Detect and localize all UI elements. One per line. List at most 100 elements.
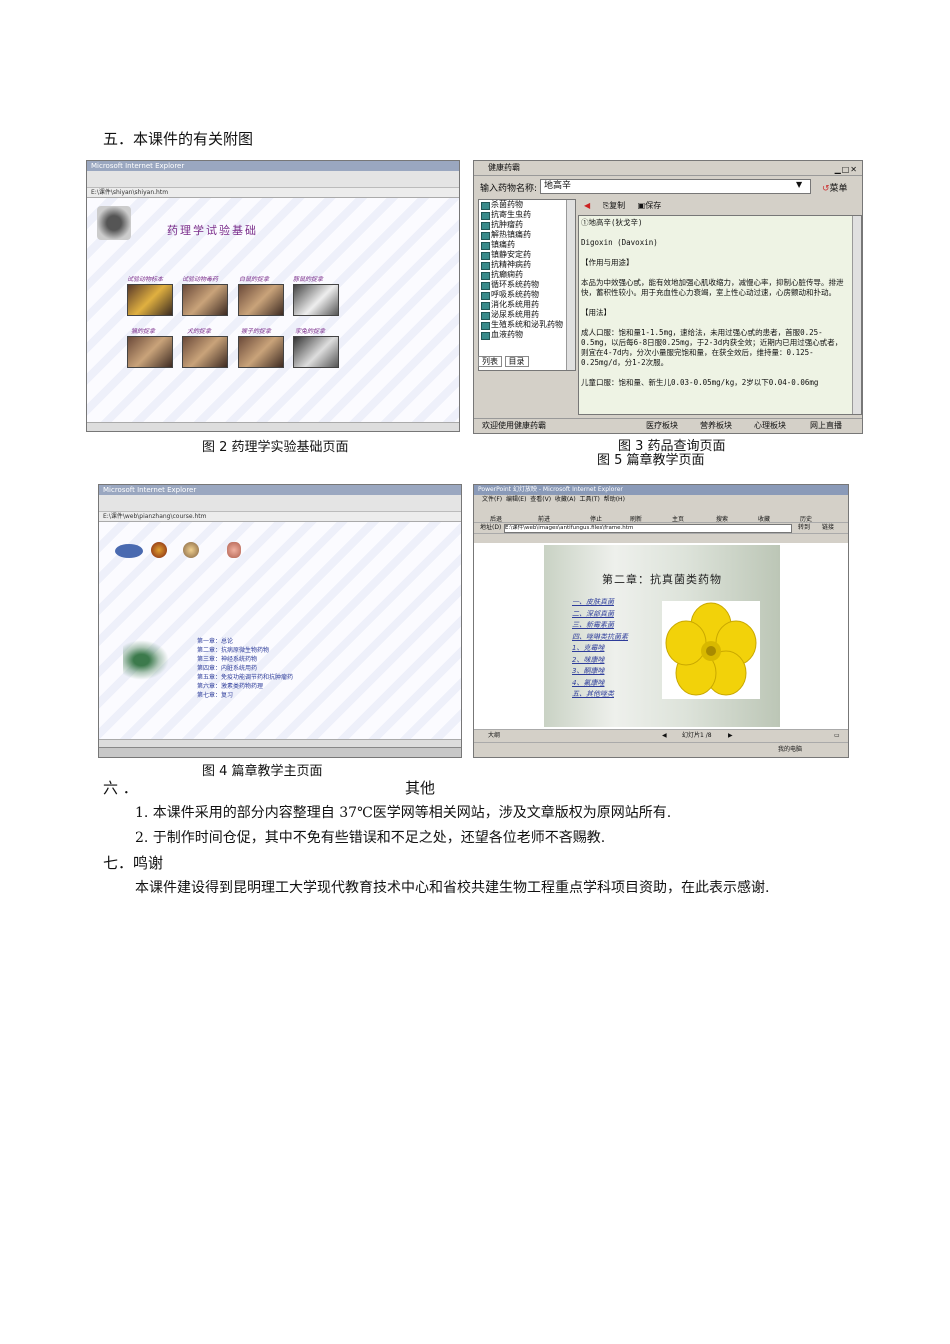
menu-item[interactable]: 编辑(E) (506, 496, 526, 503)
tree-tabs: 列表 目录 (478, 355, 574, 369)
tree-item[interactable]: 抗精神病药 (479, 260, 575, 270)
section-5-heading: 五．本课件的有关附图 (103, 130, 254, 148)
chapter-link[interactable]: 第六章：激素类药物药理 (197, 682, 293, 691)
slide-link[interactable]: 三、新霉素菌 (572, 620, 628, 632)
toolbar-history[interactable]: 历史 (800, 514, 812, 523)
tree-item[interactable]: 消化系统用药 (479, 300, 575, 310)
tab-list[interactable]: 列表 (478, 356, 502, 367)
next-slide-icon[interactable]: ▶ (728, 730, 733, 742)
thumb-label: 试验动物毒药 (182, 276, 219, 283)
thumb-image[interactable] (293, 284, 339, 316)
taskbar (99, 747, 461, 757)
window-titlebar: PowerPoint 幻灯放映 - Microsoft Internet Exp… (474, 485, 848, 495)
slide-link[interactable]: 四、唑啉类抗菌素 (572, 632, 628, 644)
slide-link[interactable]: 一、皮肤真菌 (572, 597, 628, 609)
drug-content: ①地高辛(狄戈辛) Digoxin (Davoxin) 【作用与用途】 本品为中… (578, 215, 862, 415)
copy-button[interactable]: ⎘复制 (603, 201, 625, 210)
tree-scrollbar[interactable] (566, 200, 575, 370)
section-7-paragraph: 本课件建设得到昆明理工大学现代教育技术中心和省校共建生物工程重点学科项目资助，在… (135, 880, 770, 896)
tree-item[interactable]: 呼吸系统药物 (479, 290, 575, 300)
thumb-label: 豚鼠的捉拿 (293, 276, 324, 283)
toolbar-favorites[interactable]: 收藏 (758, 514, 770, 523)
search-input[interactable]: 地高辛 (540, 179, 811, 194)
thumb-image[interactable] (127, 284, 173, 316)
go-button[interactable]: 转到 (798, 523, 810, 533)
tree-item[interactable]: 泌尿系统用药 (479, 310, 575, 320)
tree-item[interactable]: 生殖系统和泌乳药物 (479, 320, 575, 330)
leaf-image (123, 640, 169, 680)
slide-link[interactable]: 二、深部真菌 (572, 609, 628, 621)
tree-item[interactable]: 抗癫痫药 (479, 270, 575, 280)
status-btn-psychology[interactable]: 心理板块 (754, 419, 786, 433)
dropdown-arrow-icon[interactable]: ▼ (796, 180, 802, 189)
browser-toolbar (99, 495, 461, 512)
chapter-link[interactable]: 第四章：内脏系统用药 (197, 664, 293, 673)
thumb-image[interactable] (127, 336, 173, 368)
content-toolbar: ◀ ⎘复制 ▣保存 (578, 199, 858, 213)
tree-item[interactable]: 解热镇痛药 (479, 230, 575, 240)
tree-item[interactable]: 血液药物 (479, 330, 575, 340)
thumb-image[interactable] (238, 284, 284, 316)
toolbar-search[interactable]: 搜索 (716, 514, 728, 523)
toolbar-home[interactable]: 主页 (672, 514, 684, 523)
prev-slide-icon[interactable]: ◀ (662, 730, 667, 742)
status-bar: 欢迎使用健康药霸 医疗板块 营养板块 心理板块 网上直播 (474, 418, 862, 433)
status-btn-live[interactable]: 网上直播 (810, 419, 842, 433)
status-btn-nutrition[interactable]: 营养板块 (700, 419, 732, 433)
thumb-image[interactable] (182, 284, 228, 316)
drug-tree[interactable]: 杀菌药物 抗寄生虫药 抗肿瘤药 解热镇痛药 镇痛药 镇静安定药 抗精神病药 抗癫… (478, 199, 576, 371)
menu-item[interactable]: 工具(T) (580, 496, 600, 503)
window-controls[interactable]: ▁□✕ (835, 163, 858, 177)
menu-button[interactable]: ↺菜单 (822, 181, 848, 194)
thumb-image[interactable] (238, 336, 284, 368)
figure-4-screenshot: Microsoft Internet Explorer E:\课件\web\pi… (98, 484, 462, 758)
icon-image[interactable] (183, 542, 199, 558)
icon-image[interactable] (151, 542, 167, 558)
chapter-link[interactable]: 第五章：免疫功能调节药和抗肿瘤药 (197, 673, 293, 682)
tree-item[interactable]: 镇痛药 (479, 240, 575, 250)
address-input[interactable]: E:\课件\web\images\antifungus.files\frame.… (504, 524, 792, 533)
content-line: 【作用与用途】 (581, 258, 634, 267)
toolbar-refresh[interactable]: 刷新 (630, 514, 642, 523)
chapter-link[interactable]: 第一章：总论 (197, 637, 293, 646)
icon-image[interactable] (227, 542, 241, 558)
slide-link[interactable]: 五、其他唑类 (572, 689, 628, 701)
menu-item[interactable]: 文件(F) (482, 496, 502, 503)
slide-link[interactable]: 3、酮康唑 (572, 666, 628, 678)
zone-label: 我的电脑 (778, 746, 803, 753)
outline-button[interactable]: 大纲 (488, 730, 500, 742)
chapter-link[interactable]: 第二章：抗病原微生物药物 (197, 646, 293, 655)
toolbar-forward[interactable]: 前进 (538, 514, 550, 523)
toolbar-stop[interactable]: 停止 (590, 514, 602, 523)
tree-item[interactable]: 抗寄生虫药 (479, 210, 575, 220)
chapter-link[interactable]: 第三章：神经系统药物 (197, 655, 293, 664)
content-scrollbar[interactable] (852, 216, 861, 414)
tree-item[interactable]: 抗肿瘤药 (479, 220, 575, 230)
toolbar-back[interactable]: 后退 (490, 514, 502, 523)
content-line: 【用法】 (581, 308, 611, 317)
section-6-paragraph-1: 1. 本课件采用的部分内容整理自 37℃医学网等相关网站，涉及文章版权为原网站所… (135, 805, 672, 821)
thumb-image[interactable] (293, 336, 339, 368)
slide-link[interactable]: 1、克霉唑 (572, 643, 628, 655)
slide-link[interactable]: 2、咪康唑 (572, 655, 628, 667)
thumb-label: 白鼠的捉拿 (239, 276, 270, 283)
section-7-heading: 七．鸣谢 (103, 854, 164, 872)
thumb-label: 试验动物标本 (127, 276, 164, 283)
chapter-link[interactable]: 第七章：复习 (197, 691, 293, 700)
figure-4-caption: 图 4 篇章教学主页面 (202, 764, 323, 779)
fullscreen-icon[interactable]: ▭ (834, 730, 840, 742)
save-button[interactable]: ▣保存 (638, 201, 662, 210)
status-btn-medical[interactable]: 医疗板块 (646, 419, 678, 433)
menu-item[interactable]: 收藏(A) (555, 496, 576, 503)
slide-link[interactable]: 4、氟康唑 (572, 678, 628, 690)
content-line: 儿童口服：饱和量、新生儿0.03-0.05mg/kg，2岁以下0.04-0.06… (581, 378, 819, 387)
back-arrow-icon[interactable]: ◀ (584, 201, 590, 210)
tree-item[interactable]: 循环系统药物 (479, 280, 575, 290)
tree-item[interactable]: 镇静安定药 (479, 250, 575, 260)
menu-item[interactable]: 查看(V) (530, 496, 551, 503)
tree-item[interactable]: 杀菌药物 (479, 200, 575, 210)
menu-item[interactable]: 帮助(H) (604, 496, 625, 503)
links-button[interactable]: 链接 (822, 523, 834, 533)
thumb-image[interactable] (182, 336, 228, 368)
tab-directory[interactable]: 目录 (504, 356, 529, 367)
